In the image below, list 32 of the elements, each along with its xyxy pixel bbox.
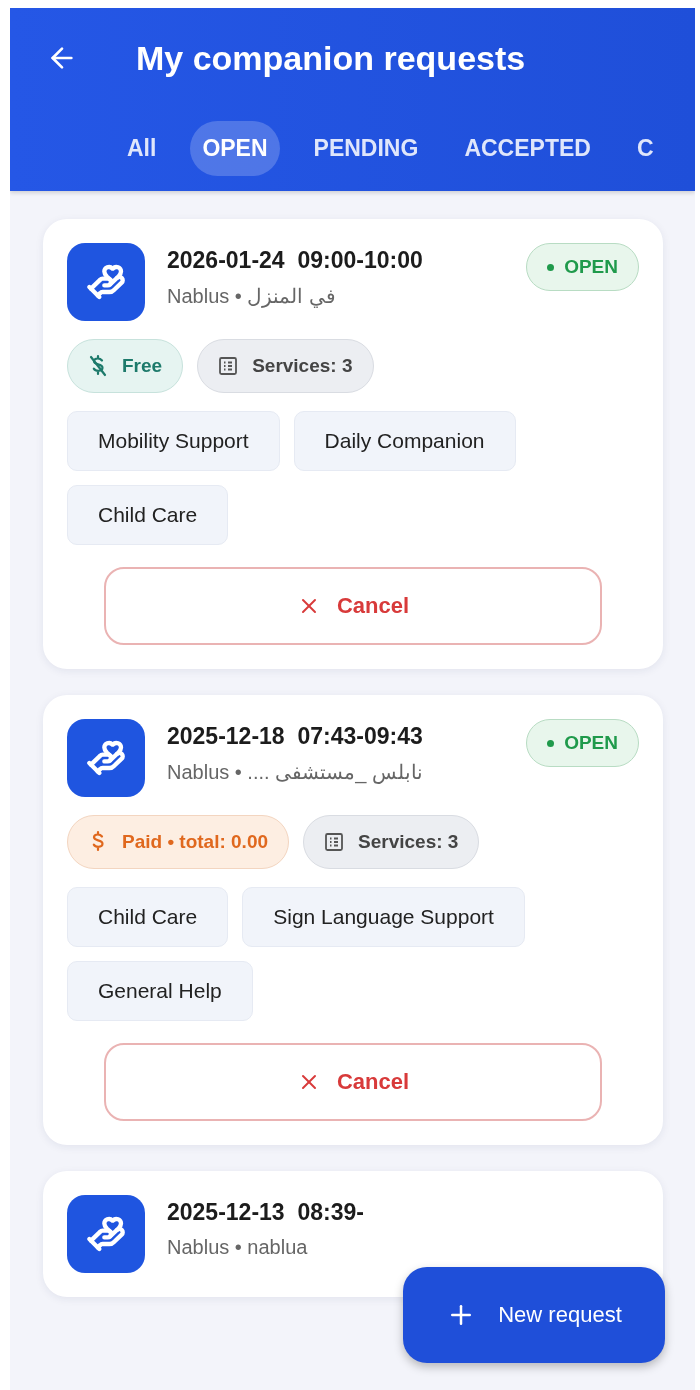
service-tag: Sign Language Support — [242, 887, 525, 947]
service-tag: General Help — [67, 961, 253, 1021]
status-badge: OPEN — [526, 719, 639, 767]
request-date-time: 2026-01-24 09:00-10:00 — [167, 247, 424, 274]
request-location: Nablus • nablua — [167, 1236, 309, 1259]
status-dot-icon — [547, 263, 555, 271]
service-tag: Child Care — [67, 485, 229, 545]
status-badge: OPEN — [526, 243, 639, 291]
request-date-time: 2025-12-13 08:39- — [167, 1199, 365, 1226]
filter-tab[interactable]: All — [115, 120, 169, 176]
filter-tab[interactable]: OPEN — [190, 120, 280, 176]
service-tag: Daily Companion — [293, 411, 516, 471]
service-tag: Mobility Support — [67, 411, 280, 471]
new-request-button[interactable]: New request — [403, 1267, 665, 1363]
no-dollar-icon — [88, 354, 108, 378]
request-location: Nablus • في المنزل — [167, 284, 337, 308]
status-dot-icon — [547, 739, 555, 747]
service-tag: Child Care — [67, 887, 229, 947]
list-icon — [324, 832, 345, 852]
request-location: Nablus • .... نابلس _مستشفى — [167, 760, 424, 784]
filter-tab[interactable]: PENDING — [301, 120, 431, 176]
fee-chip: Paid • total: 0.00 — [67, 815, 290, 869]
filter-tab[interactable]: ACCEPTED — [452, 120, 603, 176]
services-count-chip: Services: 3 — [303, 815, 480, 869]
services-count-chip: Services: 3 — [197, 339, 374, 393]
cancel-button[interactable]: Cancel — [104, 567, 602, 645]
page-title: My companion requests — [136, 38, 526, 78]
request-date-time: 2025-12-18 07:43-09:43 — [167, 723, 424, 750]
fee-chip: Free — [67, 339, 184, 393]
list-icon — [218, 356, 239, 376]
cancel-button[interactable]: Cancel — [104, 1043, 602, 1121]
filter-tab[interactable]: C — [624, 120, 666, 176]
